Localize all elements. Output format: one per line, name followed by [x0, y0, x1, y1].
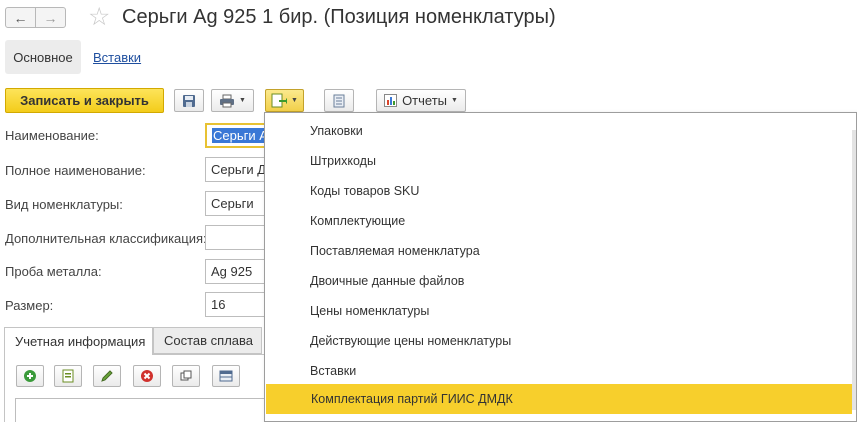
chevron-down-icon: ▼: [451, 97, 458, 104]
copy-row-button[interactable]: [54, 365, 82, 387]
reports-label: Отчеты: [402, 93, 447, 108]
chevron-down-icon: ▼: [239, 97, 246, 104]
menu-item-barcodes[interactable]: Штрихкоды: [265, 146, 853, 176]
section-inserts-link[interactable]: Вставки: [93, 50, 141, 65]
size-value: 16: [211, 297, 226, 312]
edit-button[interactable]: [93, 365, 121, 387]
full-name-label: Полное наименование:: [5, 163, 146, 178]
document-icon: [62, 369, 74, 383]
menu-item-supplied-items[interactable]: Поставляемая номенклатура: [265, 236, 853, 266]
save-and-close-button[interactable]: Записать и закрыть: [5, 88, 164, 113]
pencil-icon: [101, 370, 113, 382]
table-fill-icon: [219, 370, 233, 382]
list-icon: [333, 94, 345, 107]
metal-value: Ag 925: [211, 264, 253, 279]
reports-button[interactable]: Отчеты ▼: [376, 89, 466, 112]
list-button[interactable]: [324, 89, 354, 112]
menu-item-sku-codes[interactable]: Коды товаров SKU: [265, 176, 853, 206]
floppy-disk-icon: [183, 94, 195, 107]
kind-value: Серьги: [211, 196, 254, 211]
fill-button[interactable]: [212, 365, 240, 387]
copy-icon: [180, 370, 192, 381]
menu-item-batch-completion[interactable]: Комплектация партий ГИИС ДМДК: [266, 384, 852, 414]
menu-item-binary-files[interactable]: Двоичные данные файлов: [265, 266, 853, 296]
extra-classification-label: Дополнительная классификация:: [5, 231, 207, 246]
chart-icon: [384, 94, 398, 107]
add-button[interactable]: [16, 365, 44, 387]
favorite-star-icon[interactable]: ☆: [88, 3, 110, 31]
add-icon: [24, 370, 36, 382]
name-value: Серьги A: [212, 128, 269, 143]
save-button[interactable]: [174, 89, 204, 112]
create-based-on-menu: Упаковки Штрихкоды Коды товаров SKU Комп…: [264, 112, 857, 422]
inserts-table[interactable]: [15, 398, 275, 422]
copy-button[interactable]: [172, 365, 200, 387]
menu-item-packages[interactable]: Упаковки: [265, 116, 853, 146]
back-button[interactable]: ←: [5, 7, 36, 28]
scrollbar-thumb[interactable]: [852, 130, 856, 410]
size-label: Размер:: [5, 298, 54, 313]
menu-item-components[interactable]: Комплектующие: [265, 206, 853, 236]
arrow-left-icon: ←: [13, 9, 28, 26]
chevron-down-icon: ▼: [291, 97, 298, 104]
section-main-tab[interactable]: Основное: [5, 40, 81, 74]
delete-button[interactable]: [133, 365, 161, 387]
menu-item-prices[interactable]: Цены номенклатуры: [265, 296, 853, 326]
full-name-value: Серьги Д: [211, 162, 267, 177]
print-button[interactable]: ▼: [211, 89, 254, 112]
document-create-icon: [271, 93, 288, 108]
arrow-right-icon: →: [43, 9, 58, 26]
menu-item-inserts[interactable]: Вставки: [265, 356, 853, 386]
name-label: Наименование:: [5, 128, 99, 143]
tab-alloy[interactable]: Состав сплава: [153, 327, 262, 354]
tab-accounting[interactable]: Учетная информация: [4, 327, 153, 355]
kind-label: Вид номенклатуры:: [5, 197, 123, 212]
forward-button[interactable]: →: [35, 7, 66, 28]
delete-icon: [141, 370, 153, 382]
metal-label: Проба металла:: [5, 264, 102, 279]
printer-icon: [220, 94, 235, 107]
page-title: Серьги Ag 925 1 бир. (Позиция номенклату…: [122, 6, 556, 28]
create-based-on-button[interactable]: ▼: [265, 89, 304, 112]
menu-item-current-prices[interactable]: Действующие цены номенклатуры: [265, 326, 853, 356]
